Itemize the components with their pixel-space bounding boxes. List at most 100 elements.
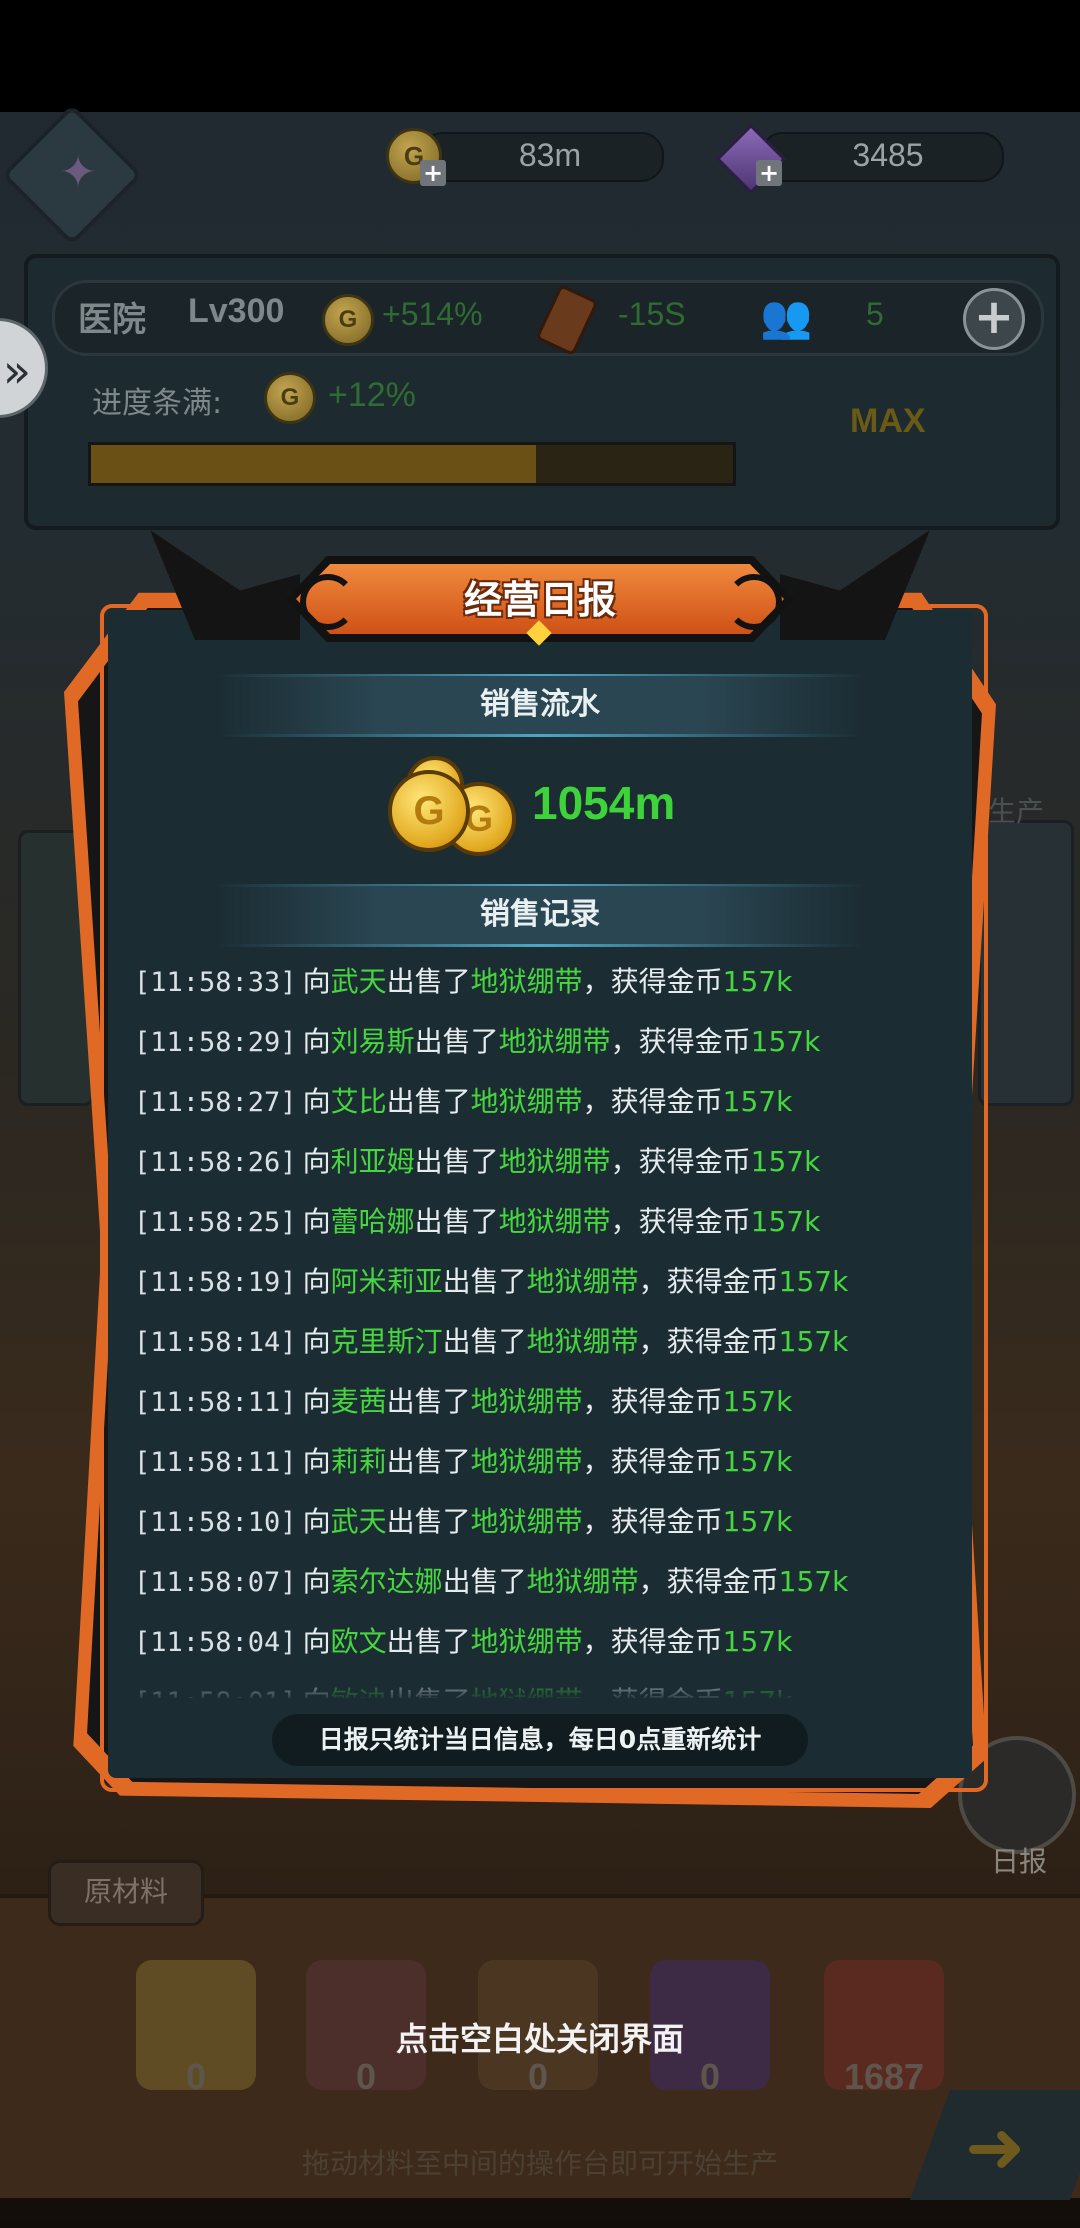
record-amount: 157k (722, 1445, 793, 1478)
record-time: [11:58:29] (134, 1027, 297, 1058)
record-earn: ，获得金币 (582, 1505, 723, 1538)
record-time: [11:58:11] (134, 1387, 297, 1418)
record-to: 向 (302, 1325, 331, 1358)
progress-bonus: +12% (328, 376, 416, 414)
record-sold: 出售了 (442, 1565, 527, 1598)
record-amount: 157k (722, 1625, 793, 1658)
record-sold: 出售了 (414, 1145, 499, 1178)
record-item: 地狱绷带 (498, 1025, 611, 1058)
record-item: 地狱绷带 (470, 1445, 583, 1478)
record-item: 地狱绷带 (498, 1205, 611, 1238)
record-customer: 克里斯汀 (330, 1325, 443, 1358)
record-time: [11:58:27] (134, 1087, 297, 1118)
record-sold: 出售了 (386, 1625, 471, 1658)
record-earn: ，获得金币 (582, 965, 723, 998)
close-hint: 点击空白处关闭界面 (395, 2020, 684, 2058)
add-worker-button[interactable]: + (963, 288, 1025, 350)
building-name: 医院 (78, 300, 146, 340)
record-customer: 莉莉 (330, 1445, 387, 1478)
right-side-panel (978, 820, 1074, 1106)
record-sold: 出售了 (414, 1205, 499, 1238)
record-to: 向 (302, 1205, 331, 1238)
record-customer: 索尔达娜 (330, 1565, 443, 1598)
record-customer: 武天 (330, 965, 387, 998)
gold-coin-icon: G (388, 770, 470, 852)
sales-record-row: [11:58:29] 向刘易斯出售了地狱绷带，获得金币157k (134, 1020, 954, 1080)
records-fade (134, 1666, 954, 1702)
record-sold: 出售了 (386, 965, 471, 998)
record-time: [11:58:19] (134, 1267, 297, 1298)
record-time: [11:58:25] (134, 1207, 297, 1238)
record-amount: 157k (778, 1265, 849, 1298)
material-count: 1687 (843, 2056, 925, 2097)
record-earn: ，获得金币 (582, 1385, 723, 1418)
record-to: 向 (302, 1145, 331, 1178)
record-sold: 出售了 (386, 1505, 471, 1538)
record-item: 地狱绷带 (470, 965, 583, 998)
record-amount: 157k (722, 965, 793, 998)
time-bonus: -15S (618, 296, 686, 332)
record-amount: 157k (750, 1145, 821, 1178)
record-earn: ，获得金币 (610, 1145, 751, 1178)
record-customer: 欧文 (330, 1625, 387, 1658)
record-amount: 157k (750, 1025, 821, 1058)
record-sold: 出售了 (442, 1265, 527, 1298)
record-to: 向 (302, 1265, 331, 1298)
record-earn: ，获得金币 (610, 1025, 751, 1058)
record-to: 向 (302, 1025, 331, 1058)
record-item: 地狱绷带 (470, 1625, 583, 1658)
gold-coin-icon: G (264, 372, 316, 424)
record-to: 向 (302, 1565, 331, 1598)
record-to: 向 (302, 1505, 331, 1538)
record-item: 地狱绷带 (526, 1565, 639, 1598)
record-customer: 艾比 (330, 1085, 387, 1118)
record-time: [11:58:04] (134, 1627, 297, 1658)
record-earn: ，获得金币 (638, 1325, 779, 1358)
gold-coin-icon: G (322, 294, 374, 346)
raw-materials-tab[interactable]: 原材料 (48, 1860, 204, 1926)
record-sold: 出售了 (386, 1445, 471, 1478)
gold-bonus: +514% (382, 296, 483, 332)
menu-badge-icon: ✦ (59, 147, 97, 198)
record-amount: 157k (722, 1085, 793, 1118)
progress-label: 进度条满: (92, 386, 223, 421)
sales-record-row: [11:58:25] 向蕾哈娜出售了地狱绷带，获得金币157k (134, 1200, 954, 1260)
record-to: 向 (302, 1445, 331, 1478)
record-time: [11:58:33] (134, 967, 297, 998)
sales-record-row: [11:58:11] 向莉莉出售了地狱绷带，获得金币157k (134, 1440, 954, 1500)
section-divider (216, 944, 864, 947)
record-customer: 阿米莉亚 (330, 1265, 443, 1298)
record-time: [11:58:07] (134, 1567, 297, 1598)
section-divider (216, 734, 864, 737)
sales-record-row: [11:58:27] 向艾比出售了地狱绷带，获得金币157k (134, 1080, 954, 1140)
record-to: 向 (302, 1085, 331, 1118)
record-customer: 利亚姆 (330, 1145, 415, 1178)
daily-report-label: 日报 (990, 1845, 1047, 1878)
record-earn: ，获得金币 (638, 1265, 779, 1298)
record-time: [11:58:11] (134, 1447, 297, 1478)
record-earn: ，获得金币 (638, 1565, 779, 1598)
record-amount: 157k (778, 1325, 849, 1358)
sales-records-list[interactable]: [11:58:33] 向武天出售了地狱绷带，获得金币157k [11:58:29] 向… (134, 960, 954, 1698)
record-amount: 157k (750, 1205, 821, 1238)
record-earn: ，获得金币 (582, 1445, 723, 1478)
progress-bar-fill (91, 445, 536, 483)
sales-section-title: 销售流水 (480, 687, 600, 722)
building-level: Lv300 (188, 292, 285, 330)
material-count: 0 (355, 2056, 377, 2097)
footer-note: 日报只统计当日信息，每日0点重新统计 (318, 1725, 762, 1754)
material-count: 0 (699, 2056, 721, 2097)
workers-icon: 👥 (760, 292, 813, 341)
record-amount: 157k (722, 1505, 793, 1538)
record-customer: 刘易斯 (330, 1025, 415, 1058)
record-item: 地狱绷带 (470, 1505, 583, 1538)
max-label: MAX (850, 402, 926, 440)
record-to: 向 (302, 965, 331, 998)
record-item: 地狱绷带 (470, 1085, 583, 1118)
record-item: 地狱绷带 (498, 1145, 611, 1178)
record-sold: 出售了 (442, 1325, 527, 1358)
record-time: [11:58:26] (134, 1147, 297, 1178)
record-item: 地狱绷带 (526, 1265, 639, 1298)
record-time: [11:58:10] (134, 1507, 297, 1538)
record-customer: 武天 (330, 1505, 387, 1538)
